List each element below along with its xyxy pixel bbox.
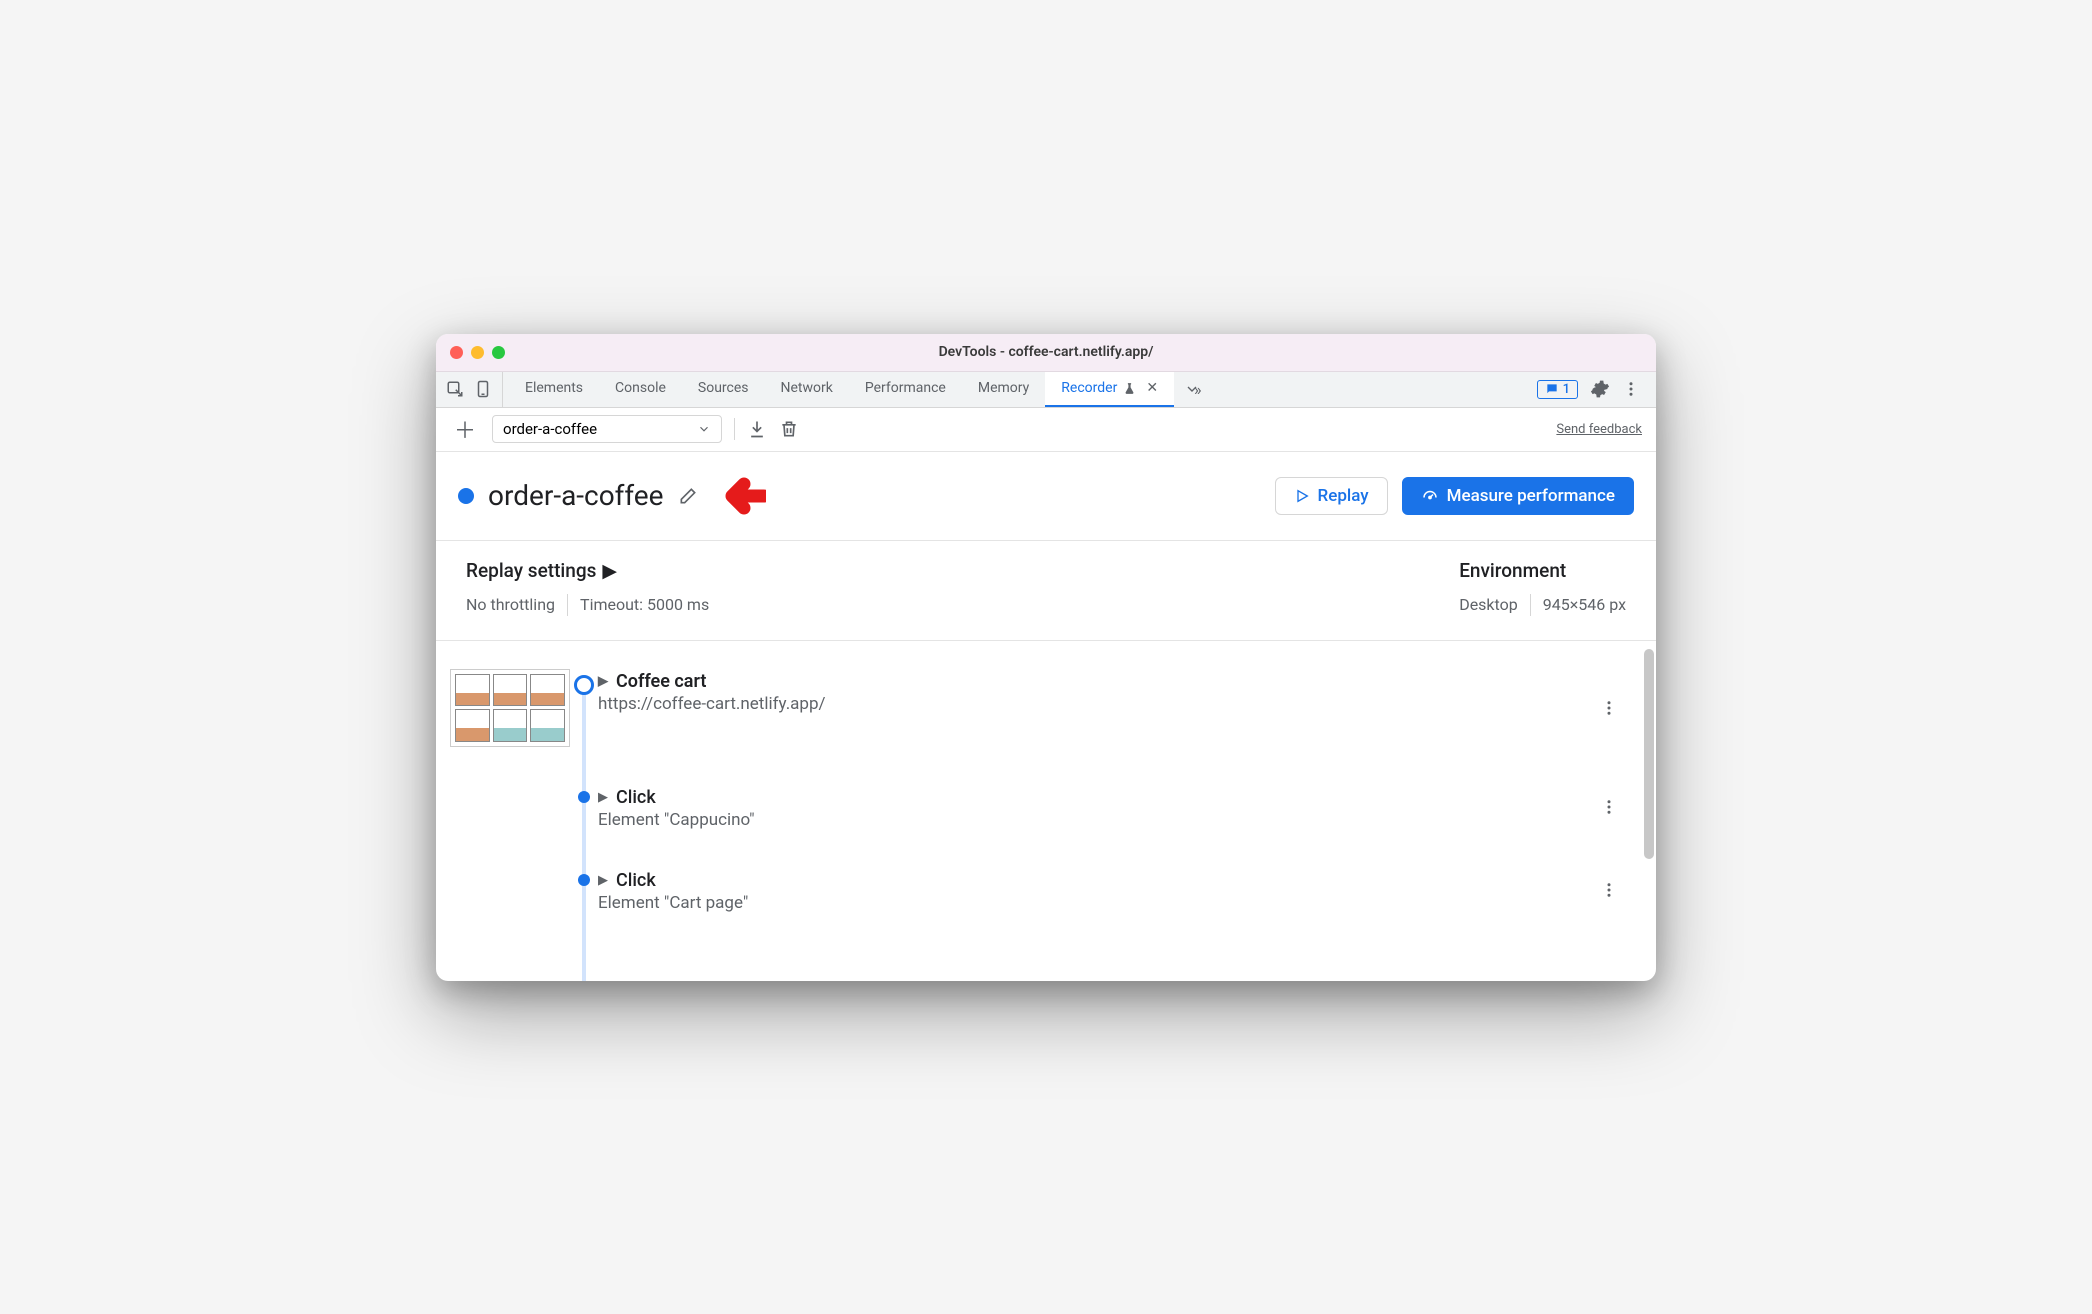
step-item[interactable]: ▶ Click Element "Cart page" [598, 868, 1592, 913]
step-subtitle: https://coffee-cart.netlify.app/ [598, 694, 1592, 714]
throttling-value: No throttling [466, 595, 555, 614]
recorder-toolbar: ＋ order-a-coffee Send feedback [436, 408, 1656, 452]
measure-button-label: Measure performance [1447, 486, 1615, 506]
edit-title-icon[interactable] [678, 486, 698, 506]
traffic-lights [450, 346, 505, 359]
scrollbar[interactable] [1644, 649, 1654, 859]
environment-settings: Environment Desktop 945×546 px [1459, 559, 1626, 616]
tab-recorder-label: Recorder [1061, 380, 1117, 396]
window-titlebar: DevTools - coffee-cart.netlify.app/ [436, 334, 1656, 372]
chevron-down-icon [697, 422, 711, 436]
recording-status-dot [458, 488, 474, 504]
panel-tabs: Elements Console Sources Network Perform… [509, 372, 1527, 407]
export-icon[interactable] [747, 419, 767, 439]
tab-performance[interactable]: Performance [849, 372, 962, 407]
devtools-tabstrip: Elements Console Sources Network Perform… [436, 372, 1656, 408]
settings-row: Replay settings ▶ No throttling Timeout:… [436, 541, 1656, 641]
steps-list: ▶ Coffee cart https://coffee-cart.netlif… [436, 641, 1656, 981]
separator [734, 418, 735, 440]
issues-count: 1 [1563, 382, 1570, 397]
device-toolbar-icon[interactable] [474, 380, 492, 398]
close-window-button[interactable] [450, 346, 463, 359]
timeline-node [574, 675, 594, 695]
recording-header: order-a-coffee Replay Measure performanc… [436, 452, 1656, 541]
replay-button[interactable]: Replay [1275, 477, 1388, 515]
annotation-arrow-icon [716, 474, 766, 518]
recording-title: order-a-coffee [488, 479, 664, 512]
step-title: Click [616, 787, 656, 808]
step-row: ▶ Coffee cart https://coffee-cart.netlif… [450, 659, 1626, 775]
step-row: ▶ Click Element "Cappucino" [450, 775, 1626, 858]
device-value: Desktop [1459, 595, 1518, 614]
replay-button-label: Replay [1318, 486, 1369, 506]
kebab-menu-icon[interactable] [1622, 380, 1640, 398]
replay-settings[interactable]: Replay settings ▶ No throttling Timeout:… [466, 559, 709, 616]
new-recording-button[interactable]: ＋ [450, 413, 480, 445]
recording-select-value: order-a-coffee [503, 420, 597, 438]
tab-sources[interactable]: Sources [682, 372, 765, 407]
recording-select[interactable]: order-a-coffee [492, 415, 722, 443]
separator [567, 594, 568, 616]
timeline-node [578, 874, 590, 886]
tab-recorder[interactable]: Recorder ✕ [1045, 372, 1174, 407]
tab-network[interactable]: Network [765, 372, 849, 407]
environment-heading: Environment [1459, 559, 1626, 582]
settings-gear-icon[interactable] [1590, 379, 1610, 399]
measure-performance-button[interactable]: Measure performance [1402, 477, 1634, 515]
more-tabs-button[interactable]: » [1174, 372, 1212, 407]
timeline-node [578, 791, 590, 803]
tab-memory[interactable]: Memory [962, 372, 1045, 407]
step-thumbnail [450, 669, 570, 747]
window-title: DevTools - coffee-cart.netlify.app/ [436, 344, 1656, 360]
step-item[interactable]: ▶ Coffee cart https://coffee-cart.netlif… [598, 669, 1592, 747]
step-more-icon[interactable] [1592, 669, 1626, 747]
tab-elements[interactable]: Elements [509, 372, 599, 407]
caret-right-icon: ▶ [598, 674, 608, 689]
zoom-window-button[interactable] [492, 346, 505, 359]
replay-settings-heading: Replay settings [466, 559, 596, 582]
minimize-window-button[interactable] [471, 346, 484, 359]
devtools-window: DevTools - coffee-cart.netlify.app/ Elem… [436, 334, 1656, 981]
inspect-element-icon[interactable] [446, 380, 464, 398]
delete-icon[interactable] [779, 419, 799, 439]
issues-badge[interactable]: 1 [1537, 380, 1578, 399]
separator [1530, 594, 1531, 616]
step-item[interactable]: ▶ Click Element "Cappucino" [598, 785, 1592, 830]
step-row: ▶ Click Element "Cart page" [450, 858, 1626, 941]
tab-console[interactable]: Console [599, 372, 682, 407]
timeout-value: Timeout: 5000 ms [580, 595, 709, 614]
close-tab-icon[interactable]: ✕ [1146, 380, 1158, 396]
step-title: Coffee cart [616, 671, 706, 692]
caret-right-icon: ▶ [598, 790, 608, 805]
flask-icon [1123, 382, 1136, 395]
send-feedback-link[interactable]: Send feedback [1556, 422, 1642, 437]
step-title: Click [616, 870, 656, 891]
step-subtitle: Element "Cart page" [598, 893, 1592, 913]
step-more-icon[interactable] [1592, 785, 1626, 830]
caret-right-icon: ▶ [602, 559, 617, 582]
step-subtitle: Element "Cappucino" [598, 810, 1592, 830]
step-more-icon[interactable] [1592, 868, 1626, 913]
caret-right-icon: ▶ [598, 873, 608, 888]
viewport-value: 945×546 px [1543, 595, 1626, 614]
